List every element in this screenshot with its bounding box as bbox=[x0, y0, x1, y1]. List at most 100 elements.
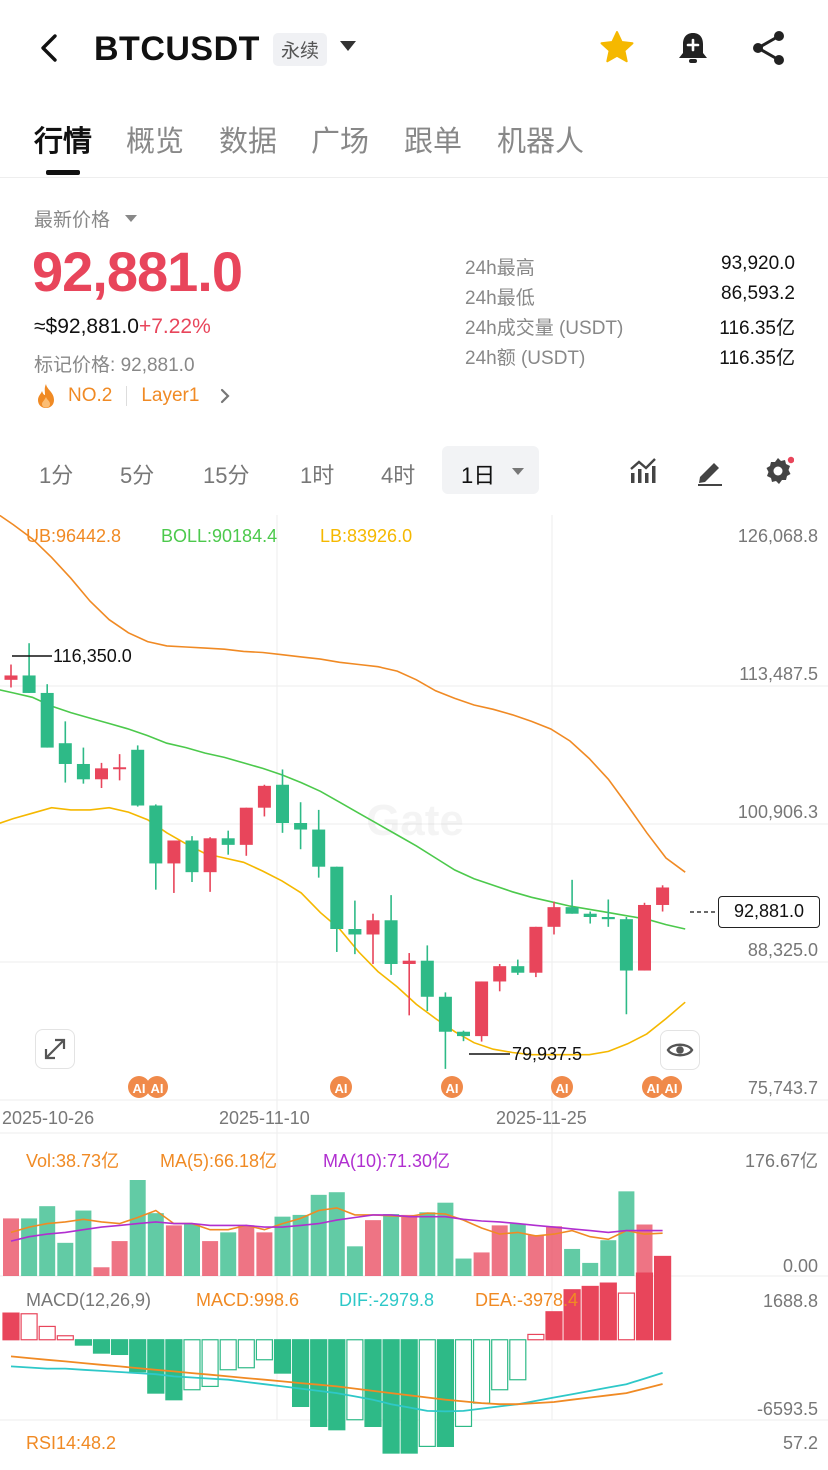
tab-bots[interactable]: 机器人 bbox=[497, 118, 584, 160]
volume-bar bbox=[39, 1206, 56, 1276]
macd-bar bbox=[292, 1339, 310, 1408]
watermark-logo: Gate bbox=[366, 796, 464, 845]
category-tag[interactable]: Layer1 bbox=[141, 385, 199, 407]
fullscreen-button[interactable] bbox=[35, 1029, 75, 1069]
rsi-axis-max: 57.2 bbox=[782, 1433, 818, 1453]
candle-body bbox=[330, 866, 344, 930]
macd-histogram bbox=[2, 1255, 672, 1454]
low-price-marker: 79,937.5 bbox=[512, 1044, 583, 1064]
volume-bar bbox=[346, 1246, 363, 1276]
candle-body bbox=[384, 920, 398, 964]
candle-body bbox=[457, 1031, 470, 1037]
drawing-pencil-icon[interactable] bbox=[694, 455, 726, 487]
change-percent: +7.22% bbox=[138, 315, 211, 338]
tab-copy-trading[interactable]: 跟单 bbox=[404, 118, 462, 160]
favorite-star-icon[interactable] bbox=[597, 28, 637, 68]
candle-body bbox=[402, 960, 416, 964]
interval-1h[interactable]: 1时 bbox=[300, 458, 334, 490]
macd-bar bbox=[56, 1335, 74, 1341]
boll-upper-line bbox=[0, 515, 686, 873]
price-alert-bell-icon[interactable] bbox=[673, 28, 713, 68]
vol-label: Vol:38.73亿 bbox=[26, 1151, 120, 1171]
ai-marker-label: AI bbox=[446, 1081, 459, 1096]
interval-15m[interactable]: 15分 bbox=[203, 458, 249, 490]
symbol-dropdown-icon[interactable] bbox=[340, 41, 356, 51]
price-axis-label: 75,743.7 bbox=[747, 1078, 818, 1098]
high-price-marker: 116,350.0 bbox=[53, 646, 132, 666]
macd-bar bbox=[74, 1339, 93, 1346]
candle-body bbox=[131, 749, 145, 806]
macd-axis-min: -6593.5 bbox=[756, 1399, 818, 1419]
macd-bar bbox=[2, 1312, 20, 1341]
tab-square[interactable]: 广场 bbox=[311, 118, 369, 160]
vol-axis-max: 176.67亿 bbox=[744, 1151, 818, 1171]
candle-body bbox=[366, 920, 380, 935]
tab-overview[interactable]: 概览 bbox=[126, 118, 184, 160]
bollinger-lines bbox=[0, 515, 686, 1056]
macd-bar bbox=[617, 1292, 636, 1341]
boll-mid-label: BOLL:90184.4 bbox=[161, 526, 278, 546]
tab-market[interactable]: 行情 bbox=[34, 118, 92, 160]
volume-bar bbox=[93, 1267, 110, 1276]
ai-markers: AI AI AI AI AI AI AI bbox=[128, 1076, 682, 1098]
candle-body bbox=[312, 829, 326, 867]
volume-bar bbox=[202, 1241, 219, 1276]
chevron-right-icon[interactable] bbox=[215, 386, 235, 406]
vol-axis-min: 0.00 bbox=[782, 1256, 818, 1276]
macd-value-label: MACD:998.6 bbox=[196, 1290, 300, 1310]
macd-bar bbox=[255, 1339, 273, 1361]
chart-settings-gear-icon[interactable] bbox=[762, 455, 794, 487]
macd-bar bbox=[92, 1339, 111, 1354]
volume-bar bbox=[111, 1241, 128, 1276]
volume-bar bbox=[365, 1220, 381, 1276]
candles bbox=[4, 643, 670, 1069]
volume-bar bbox=[455, 1258, 472, 1276]
price-section: 最新价格 92,881.0 ≈$92,881.0+7.22% 标记价格: 92,… bbox=[0, 195, 828, 425]
vol-ma10-label: MA(10):71.30亿 bbox=[323, 1151, 451, 1171]
macd-bar bbox=[382, 1339, 400, 1454]
last-price: 92,881.0 bbox=[32, 240, 243, 303]
rank-tag[interactable]: NO.2 bbox=[68, 385, 112, 407]
candle-body bbox=[547, 907, 561, 927]
back-arrow-icon[interactable] bbox=[32, 30, 68, 66]
main-tabs: 行情 概览 数据 广场 跟单 机器人 bbox=[0, 112, 828, 178]
price-axis-label: 113,487.5 bbox=[739, 664, 818, 684]
toggle-visibility-button[interactable] bbox=[660, 1030, 700, 1070]
tag-divider bbox=[126, 386, 128, 406]
stat-label: 24h最高 bbox=[465, 258, 535, 279]
macd-bar bbox=[364, 1339, 382, 1428]
candle-body bbox=[493, 966, 507, 982]
volume-bar bbox=[419, 1212, 436, 1276]
stat-label: 24h额 (USDT) bbox=[465, 348, 586, 369]
tag-row[interactable]: NO.2 Layer1 bbox=[34, 383, 235, 409]
current-price-tag[interactable]: 92,881.0 bbox=[718, 896, 820, 928]
symbol-title[interactable]: BTCUSDT bbox=[94, 30, 260, 69]
candle-body bbox=[420, 960, 434, 997]
header: BTCUSDT 永续 bbox=[0, 0, 828, 100]
active-tab-indicator bbox=[46, 170, 80, 175]
price-type-dropdown-icon[interactable] bbox=[125, 215, 137, 222]
interval-1d-dropdown[interactable]: 1日 bbox=[442, 446, 539, 494]
interval-1m[interactable]: 1分 bbox=[39, 458, 73, 490]
macd-name-label: MACD(12,26,9) bbox=[26, 1290, 152, 1310]
volume-bar bbox=[220, 1232, 237, 1276]
stat-row-low: 24h最低 86,593.2 bbox=[465, 283, 795, 313]
ai-marker-label: AI bbox=[335, 1081, 348, 1096]
macd-bar bbox=[635, 1272, 654, 1341]
tab-data[interactable]: 数据 bbox=[219, 118, 277, 160]
indicator-chart-icon[interactable] bbox=[627, 455, 659, 487]
volume-bar bbox=[527, 1234, 544, 1276]
chart-area[interactable]: Gate AI AI AI AI AI AI AI UB:96442.8 BOLL:9018… bbox=[0, 515, 828, 1470]
candle-body bbox=[76, 763, 90, 780]
volume-bar bbox=[3, 1218, 19, 1276]
interval-dropdown-icon bbox=[512, 468, 524, 475]
date-axis-label: 2025-11-10 bbox=[219, 1108, 310, 1128]
last-price-label[interactable]: 最新价格 bbox=[34, 205, 110, 232]
interval-5m[interactable]: 5分 bbox=[120, 458, 154, 490]
volume-bar bbox=[600, 1240, 617, 1276]
price-axis-label: 126,068.8 bbox=[737, 526, 818, 546]
stat-value: 86,593.2 bbox=[721, 283, 795, 304]
share-icon[interactable] bbox=[749, 28, 789, 68]
fire-icon bbox=[38, 384, 54, 408]
interval-4h[interactable]: 4时 bbox=[381, 458, 415, 490]
